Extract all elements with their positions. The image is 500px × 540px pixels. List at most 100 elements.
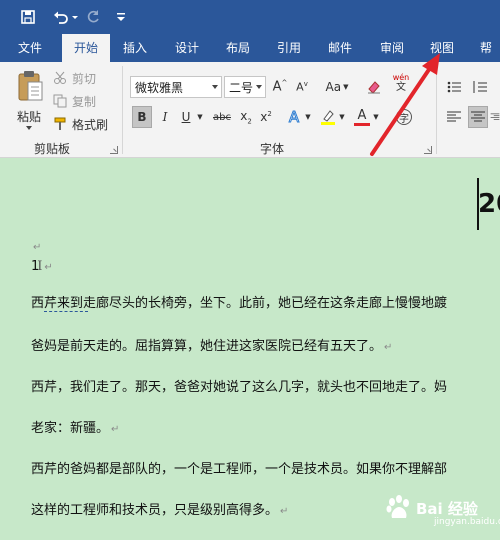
text-effects-button[interactable]: A (284, 106, 304, 128)
grow-font-button[interactable]: A^ (270, 76, 290, 98)
cut-button[interactable]: 剪切 (52, 68, 96, 88)
underline-dropdown-icon[interactable]: ▼ (194, 106, 206, 128)
italic-icon: I (162, 110, 168, 124)
text-effects-dropdown-icon[interactable]: ▼ (302, 106, 314, 128)
phonetic-guide-button[interactable]: wén 文 (388, 72, 414, 94)
empty-paragraph: ↵ (31, 239, 41, 254)
font-dialog-launcher-icon[interactable] (424, 146, 432, 154)
chevron-down-icon[interactable] (256, 85, 262, 89)
line-text: 西芹来到走廊尽头的长椅旁，坐下。此前，她已经在这条走廊上慢慢地踱 (31, 296, 448, 311)
paste-icon (18, 71, 43, 101)
bold-button[interactable]: B (132, 106, 152, 128)
align-right-button[interactable] (490, 106, 500, 128)
group-separator (122, 66, 123, 154)
text-effects-icon: A (288, 108, 300, 127)
underline-icon: U (181, 110, 191, 124)
paragraph-line: 这样的工程师和技术员，只是级别高得多。 ↵ (31, 499, 288, 518)
tab-view[interactable]: 视图 (426, 34, 458, 62)
line-text: 西芹的爸妈都是部队的，一个是工程师，一个是技术员。如果你不理解部 (31, 462, 448, 477)
strikethrough-icon: abc (213, 111, 231, 123)
baidu-paw-icon (386, 495, 409, 518)
paintbrush-icon (52, 116, 68, 132)
save-icon[interactable] (17, 6, 39, 28)
bullets-button[interactable] (444, 76, 464, 98)
format-painter-button[interactable]: 格式刷 (52, 114, 108, 134)
highlighter-icon (321, 110, 335, 125)
align-center-icon (471, 111, 485, 122)
spelling-underline (44, 310, 88, 312)
chevron-down-icon[interactable] (212, 85, 218, 89)
document-canvas[interactable]: 20 ↵ 1I↵ 西芹来到走廊尽头的长椅旁，坐下。此前，她已经在这条走廊上慢慢地… (0, 159, 500, 540)
redo-icon[interactable] (82, 6, 104, 28)
group-separator (436, 66, 437, 154)
paragraph-line: 1I ↵ (31, 259, 53, 274)
paragraph-mark: ↵ (384, 342, 393, 353)
bullet-list-icon (447, 81, 461, 93)
undo-dropdown-icon[interactable] (70, 6, 80, 28)
clipboard-group-label: 剪贴板 (34, 142, 71, 156)
line-text: 这样的工程师和技术员，只是级别高得多。 (31, 503, 279, 518)
change-case-label: Aa (325, 80, 342, 94)
align-center-button[interactable] (468, 106, 488, 128)
chevron-down-icon: ▼ (343, 83, 349, 91)
numbering-button[interactable] (470, 76, 490, 98)
line-text: 老家：新疆。 (31, 421, 110, 436)
paste-label: 粘贴 (17, 110, 42, 124)
tab-help[interactable]: 帮助 (476, 34, 500, 83)
grow-font-icon: A^ (272, 79, 288, 95)
font-color-swatch (354, 122, 370, 126)
cut-label: 剪切 (72, 71, 97, 86)
subscript-button[interactable]: x2 (236, 106, 256, 128)
strikethrough-button[interactable]: abc (210, 106, 234, 128)
paragraph-line: 爸妈是前天走的。屈指算算，她住进这家医院已经有五天了。 ↵ (31, 335, 392, 354)
tab-review[interactable]: 审阅 (376, 34, 408, 62)
paragraph-line: 西芹来到走廊尽头的长椅旁，坐下。此前，她已经在这条走廊上慢慢地踱 (31, 292, 447, 311)
watermark-url: jingyan.baidu.com (434, 517, 500, 527)
line-text: 西芹，我们走了。那天，爸爸对她说了这么几字，就头也不回地走了。妈 (31, 380, 448, 395)
scissors-icon (52, 70, 68, 86)
paste-dropdown-icon[interactable] (26, 126, 32, 130)
paragraph-mark: ↵ (111, 424, 120, 435)
enclosed-characters-button[interactable]: 字 (394, 106, 414, 128)
tab-layout[interactable]: 布局 (222, 34, 254, 62)
shrink-font-icon: Av (296, 80, 308, 94)
ribbon-tabs: 文件 开始 插入 设计 布局 引用 邮件 审阅 视图 帮助 (0, 34, 500, 83)
heading-fragment: 20 (478, 189, 500, 219)
copy-button[interactable]: 复制 (52, 91, 96, 111)
paste-button[interactable]: 粘贴 (10, 68, 50, 132)
font-family-combo[interactable]: 微软雅黑 (130, 76, 222, 98)
baidu-watermark: Bai 经验 jingyan.baidu.com (384, 487, 500, 529)
clipboard-dialog-launcher-icon[interactable] (110, 146, 118, 154)
clear-formatting-button[interactable] (364, 76, 384, 98)
highlight-button[interactable] (318, 106, 338, 128)
change-case-button[interactable]: Aa ▼ (322, 76, 352, 98)
font-color-button[interactable]: A (352, 106, 372, 128)
italic-button[interactable]: I (155, 106, 175, 128)
customize-toolbar-icon[interactable] (110, 6, 132, 28)
paragraph-mark: ↵ (33, 242, 42, 253)
align-right-icon (490, 113, 500, 120)
paragraph-mark: ↵ (280, 506, 289, 517)
tab-insert[interactable]: 插入 (119, 34, 151, 62)
tab-references[interactable]: 引用 (273, 34, 305, 62)
quick-access-toolbar (0, 0, 500, 34)
shrink-font-button[interactable]: Av (292, 76, 312, 98)
enclosed-character-icon: 字 (396, 109, 412, 125)
font-size-combo[interactable]: 二号 (224, 76, 266, 98)
numbered-list-icon (473, 81, 487, 93)
font-family-value: 微软雅黑 (135, 80, 184, 95)
undo-icon[interactable] (50, 6, 72, 28)
font-color-dropdown-icon[interactable]: ▼ (370, 106, 382, 128)
tab-file[interactable]: 文件 (14, 34, 46, 62)
underline-button[interactable]: U (176, 106, 196, 128)
copy-icon (52, 93, 68, 109)
copy-label: 复制 (72, 94, 97, 109)
superscript-button[interactable]: x2 (256, 106, 276, 128)
tab-mailings[interactable]: 邮件 (324, 34, 356, 62)
font-color-icon: A (357, 107, 367, 123)
highlight-dropdown-icon[interactable]: ▼ (336, 106, 348, 128)
font-size-value: 二号 (229, 80, 254, 95)
tab-design[interactable]: 设计 (171, 34, 203, 62)
align-left-button[interactable] (444, 106, 464, 128)
tab-home[interactable]: 开始 (62, 34, 110, 63)
